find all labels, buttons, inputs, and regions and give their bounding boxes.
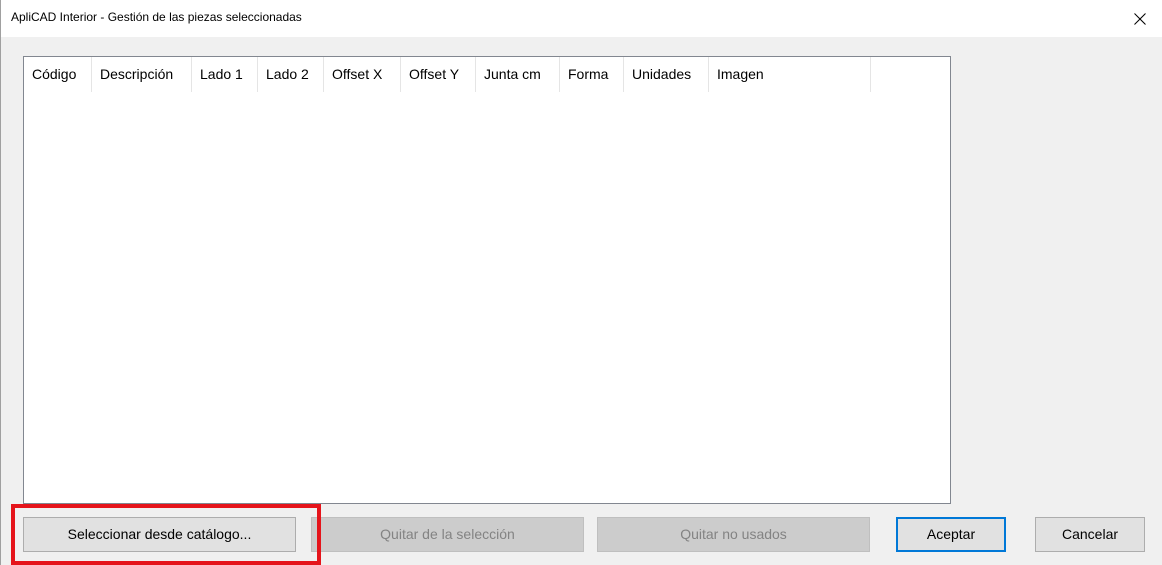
list-header: Código Descripción Lado 1 Lado 2 Offset …	[24, 57, 871, 92]
close-button[interactable]	[1117, 0, 1162, 37]
close-icon	[1134, 13, 1146, 25]
remove-from-selection-button[interactable]: Quitar de la selección	[311, 517, 584, 552]
pieces-list[interactable]: Código Descripción Lado 1 Lado 2 Offset …	[23, 56, 951, 504]
column-header-lado2[interactable]: Lado 2	[258, 57, 324, 92]
dialog-window: ApliCAD Interior - Gestión de las piezas…	[0, 0, 1162, 565]
column-header-lado1[interactable]: Lado 1	[192, 57, 258, 92]
column-header-forma[interactable]: Forma	[560, 57, 624, 92]
title-bar[interactable]: ApliCAD Interior - Gestión de las piezas…	[1, 0, 1162, 37]
window-title: ApliCAD Interior - Gestión de las piezas…	[11, 10, 302, 24]
column-header-unidades[interactable]: Unidades	[624, 57, 709, 92]
column-header-junta-cm[interactable]: Junta cm	[476, 57, 560, 92]
column-header-offset-y[interactable]: Offset Y	[401, 57, 476, 92]
cancel-button[interactable]: Cancelar	[1035, 517, 1145, 552]
column-header-imagen[interactable]: Imagen	[709, 57, 871, 92]
column-header-codigo[interactable]: Código	[24, 57, 92, 92]
accept-button[interactable]: Aceptar	[896, 517, 1006, 552]
column-header-descripcion[interactable]: Descripción	[92, 57, 192, 92]
select-from-catalog-button[interactable]: Seleccionar desde catálogo...	[23, 517, 296, 552]
column-header-offset-x[interactable]: Offset X	[324, 57, 401, 92]
remove-unused-button[interactable]: Quitar no usados	[597, 517, 870, 552]
